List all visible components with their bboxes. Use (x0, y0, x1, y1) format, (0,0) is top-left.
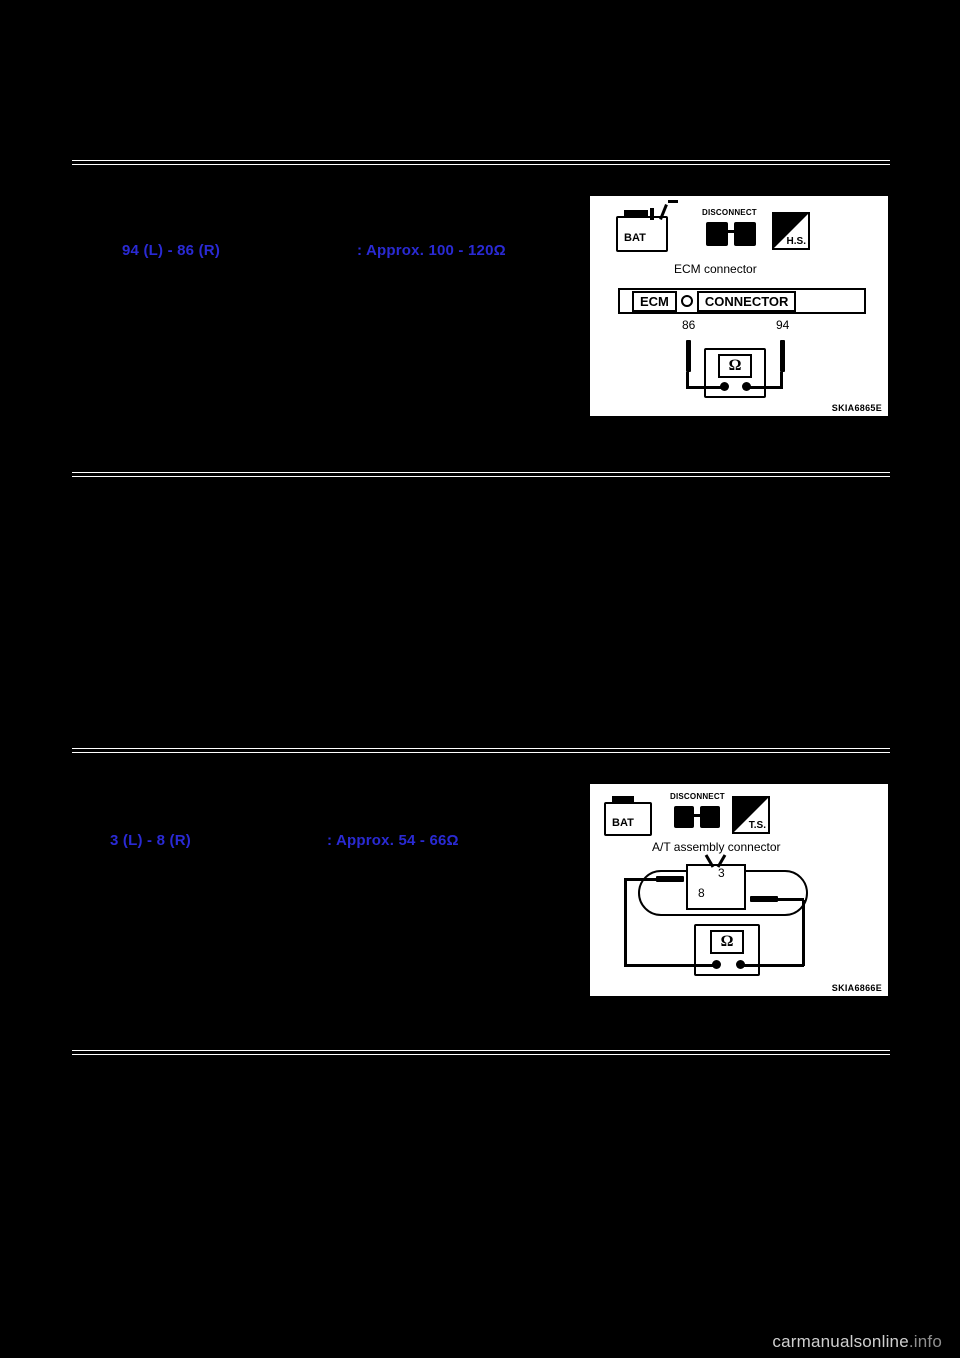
ecm-bar-right-label: CONNECTOR (696, 290, 797, 312)
ecm-connector-bar: ECM CONNECTOR (618, 288, 866, 314)
disconnect-icon-right-2 (700, 806, 720, 828)
at-pin-upper: 3 (718, 866, 725, 880)
ecm-connector-figure: BAT DISCONNECT H.S. ECM connector ECM CO… (588, 194, 890, 418)
ecm-figure-title: ECM connector (674, 262, 757, 276)
ecm-bar-left-label: ECM (632, 290, 677, 312)
at-assembly-connector-figure: BAT DISCONNECT T.S. A/T assembly connect… (588, 782, 890, 998)
footer-watermark: carmanualsonline.info (772, 1332, 942, 1352)
tool-symbol-icon: T.S. (732, 796, 770, 834)
at-pin-lower: 8 (698, 886, 705, 900)
watermark-main: carmanualsonline (772, 1332, 909, 1351)
document-page: 94 (L) - 86 (R) : Approx. 100 - 120Ω BAT… (0, 0, 960, 1358)
divider-rule-mid-1 (72, 472, 890, 477)
ecm-resistance-spec: : Approx. 100 - 120Ω (357, 242, 506, 259)
probe-right (780, 340, 785, 372)
disconnect-icon-left-2 (674, 806, 694, 828)
divider-rule-mid-2 (72, 748, 890, 753)
at-connector-inner (686, 864, 746, 910)
ecm-measurement-terminals: 94 (L) - 86 (R) (122, 242, 221, 259)
disconnect-icon-left (706, 222, 728, 246)
ohm-symbol-box: Ω (718, 354, 752, 378)
probe-upper (656, 876, 684, 882)
ecm-figure-caption: SKIA6865E (831, 403, 882, 413)
ecm-bar-connector-dot (680, 295, 693, 307)
disconnect-icon-label: DISCONNECT (702, 208, 757, 217)
disconnect-icon-right (734, 222, 756, 246)
battery-icon-label: BAT (624, 232, 646, 244)
hand-symbol-label: H.S. (786, 236, 806, 247)
ohm-symbol-box-2: Ω (710, 930, 744, 954)
battery-icon-label-2: BAT (612, 817, 634, 829)
at-measurement-terminals: 3 (L) - 8 (R) (110, 832, 191, 849)
divider-rule-bottom (72, 1050, 890, 1055)
tool-symbol-label: T.S. (748, 820, 766, 831)
ecm-pin-right: 94 (776, 318, 790, 332)
at-figure-title: A/T assembly connector (652, 840, 781, 854)
at-resistance-spec: : Approx. 54 - 66Ω (327, 832, 459, 849)
probe-left (686, 340, 691, 372)
probe-lower (750, 896, 778, 902)
disconnect-icon-label-2: DISCONNECT (670, 792, 725, 801)
ecm-pin-left: 86 (682, 318, 696, 332)
divider-rule-top (72, 160, 890, 165)
hand-symbol-icon: H.S. (772, 212, 810, 250)
at-figure-caption: SKIA6866E (831, 983, 882, 993)
watermark-suffix: .info (908, 1332, 942, 1351)
